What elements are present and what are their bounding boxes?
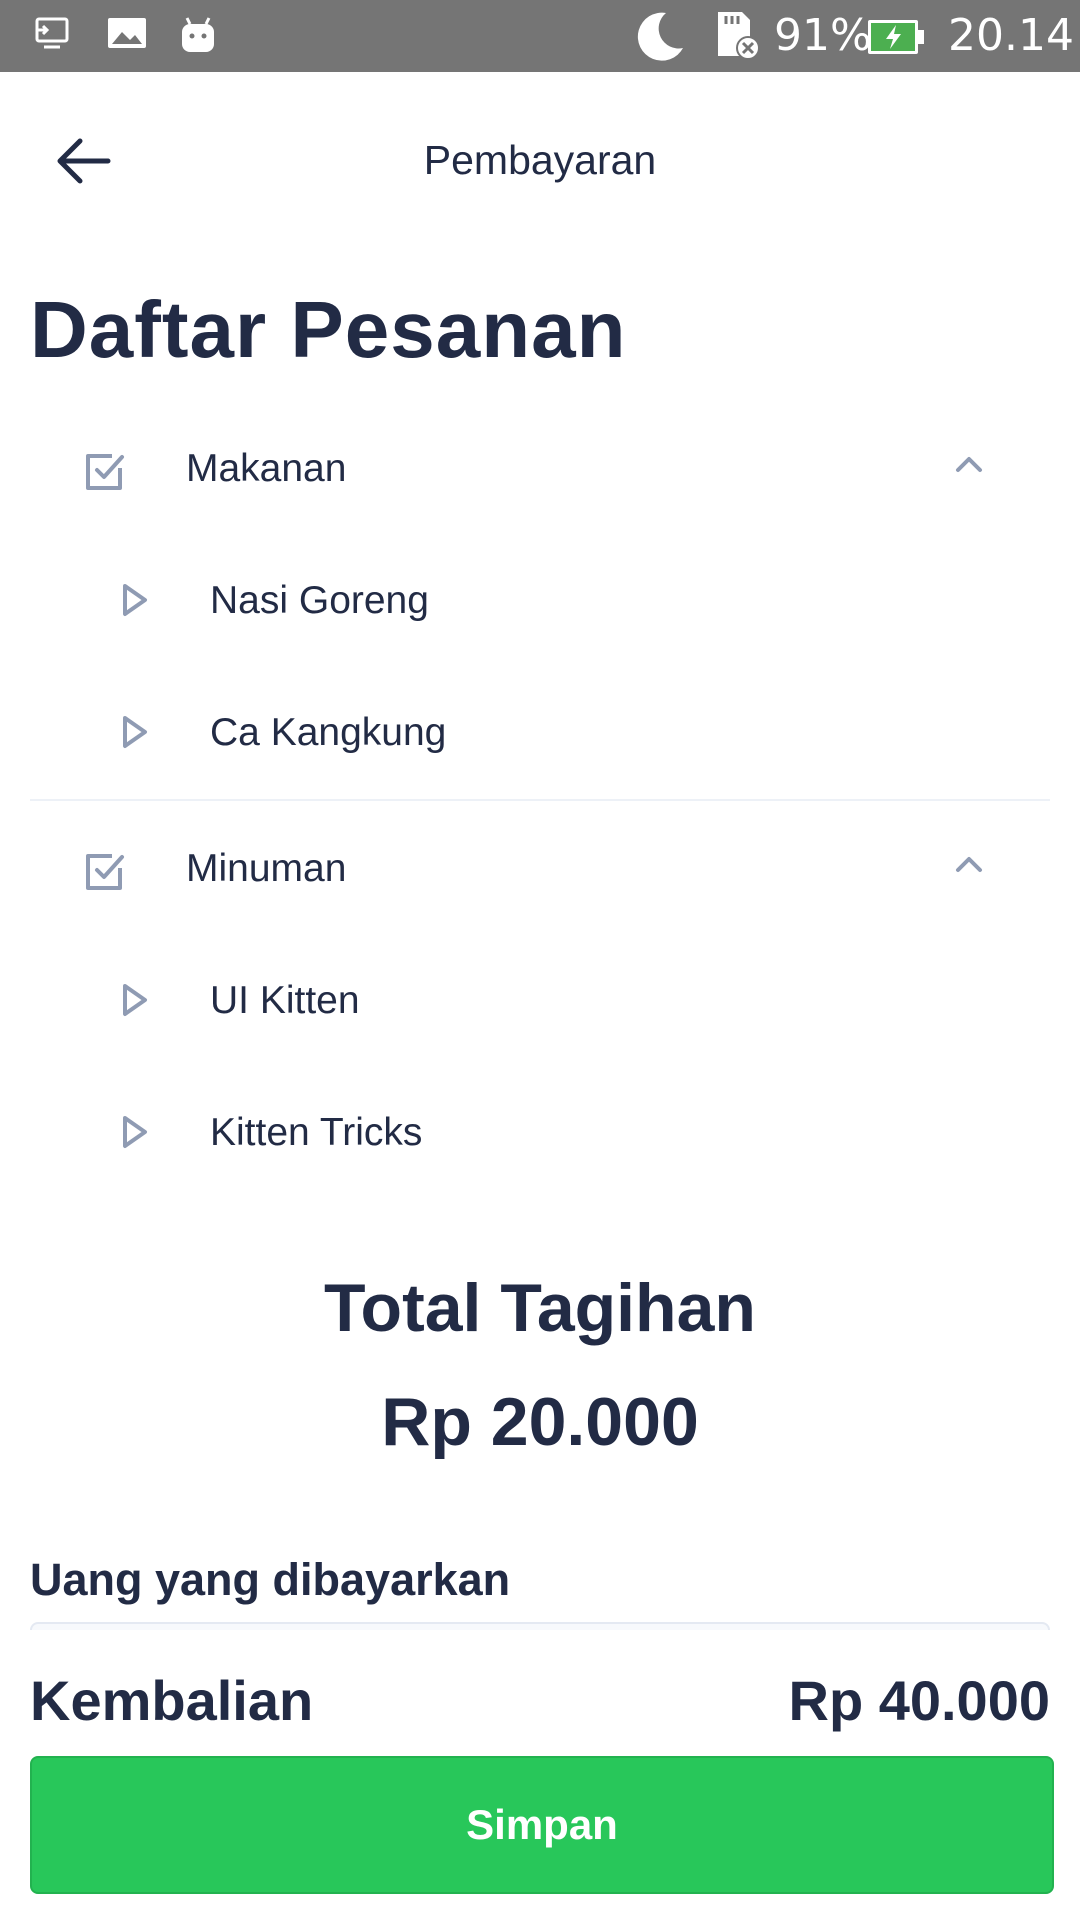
item-label: Kitten Tricks xyxy=(210,1111,423,1154)
list-item[interactable]: UI Kitten xyxy=(0,942,1080,1062)
change-label: Kembalian xyxy=(30,1669,314,1732)
item-label: Ca Kangkung xyxy=(210,711,447,754)
top-navigation: Pembayaran xyxy=(0,72,1080,244)
header-title: Pembayaran xyxy=(423,137,657,183)
play-icon xyxy=(120,580,150,625)
group-row-makanan[interactable]: Makanan xyxy=(0,410,1080,530)
list-item[interactable]: Ca Kangkung xyxy=(0,674,1080,794)
total-title: Total Tagihan xyxy=(324,1270,756,1346)
group-label: Minuman xyxy=(186,847,347,890)
checkbox-icon[interactable] xyxy=(82,448,128,499)
save-button[interactable]: Simpan xyxy=(30,1756,1054,1894)
list-item[interactable]: Kitten Tricks xyxy=(0,1074,1080,1194)
battery-charging-icon xyxy=(866,18,926,61)
status-bar: 91% 20.14 xyxy=(0,0,1080,72)
sd-card-error-icon xyxy=(712,10,762,67)
item-label: UI Kitten xyxy=(210,979,360,1022)
chevron-up-icon[interactable] xyxy=(952,452,986,481)
play-icon xyxy=(120,980,150,1025)
paid-amount-label: Uang yang dibayarkan xyxy=(30,1554,511,1605)
bottom-panel: Kembalian Rp 40.000 Simpan xyxy=(0,1630,1080,1920)
checkbox-icon[interactable] xyxy=(82,848,128,899)
clock: 20.14 xyxy=(948,10,1074,61)
group-row-minuman[interactable]: Minuman xyxy=(0,810,1080,930)
page-title: Daftar Pesanan xyxy=(30,285,627,374)
list-item[interactable]: Nasi Goreng xyxy=(0,542,1080,662)
item-label: Nasi Goreng xyxy=(210,579,429,622)
change-value: Rp 40.000 xyxy=(788,1669,1051,1732)
image-icon xyxy=(106,14,148,59)
total-value: Rp 20.000 xyxy=(381,1384,699,1460)
battery-percent: 91% xyxy=(774,10,872,61)
play-icon xyxy=(120,1112,150,1157)
chevron-up-icon[interactable] xyxy=(952,852,986,881)
cast-icon xyxy=(34,14,74,59)
moon-icon xyxy=(632,10,686,67)
play-icon xyxy=(120,712,150,757)
group-label: Makanan xyxy=(186,447,347,490)
android-icon xyxy=(178,14,218,61)
divider xyxy=(30,799,1050,801)
